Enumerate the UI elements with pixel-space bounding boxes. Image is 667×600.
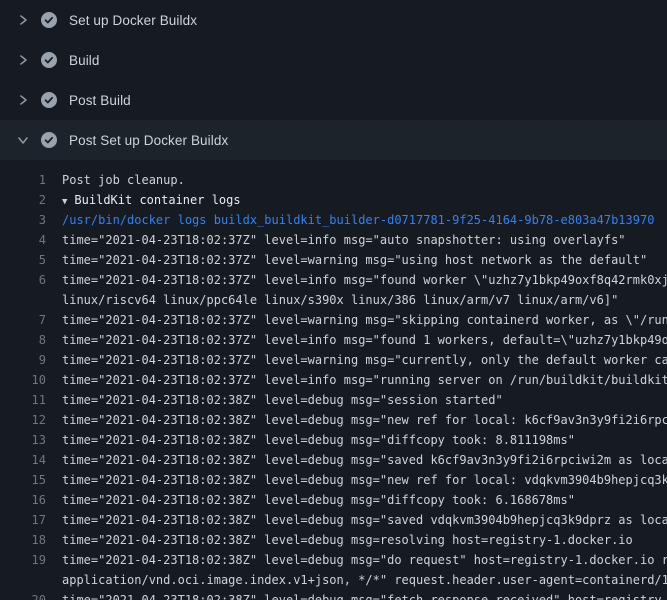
line-number[interactable]: 7 bbox=[0, 310, 46, 330]
log-line: application/vnd.oci.image.index.v1+json,… bbox=[0, 570, 667, 590]
line-number[interactable]: 1 bbox=[0, 170, 46, 190]
line-number[interactable]: 3 bbox=[0, 210, 46, 230]
group-label[interactable]: BuildKit container logs bbox=[74, 193, 240, 207]
log-text: time="2021-04-23T18:02:38Z" level=debug … bbox=[62, 450, 667, 470]
log-line: 11 time="2021-04-23T18:02:38Z" level=debu… bbox=[0, 390, 667, 410]
line-number[interactable]: 20 bbox=[0, 590, 46, 600]
log-line: 6 time="2021-04-23T18:02:37Z" level=info … bbox=[0, 270, 667, 290]
line-number bbox=[0, 570, 46, 590]
line-number[interactable]: 15 bbox=[0, 470, 46, 490]
log-text: time="2021-04-23T18:02:37Z" level=info m… bbox=[62, 330, 667, 350]
log-line: 3/usr/bin/docker logs buildx_buildkit_bu… bbox=[0, 210, 667, 230]
log-text: time="2021-04-23T18:02:37Z" level=info m… bbox=[62, 270, 667, 290]
log-line: 5 time="2021-04-23T18:02:37Z" level=warni… bbox=[0, 250, 667, 270]
log-line: 18 time="2021-04-23T18:02:38Z" level=debu… bbox=[0, 530, 667, 550]
log-line: 14 time="2021-04-23T18:02:38Z" level=debu… bbox=[0, 450, 667, 470]
line-number[interactable]: 19 bbox=[0, 550, 46, 570]
log-text: time="2021-04-23T18:02:37Z" level=warnin… bbox=[62, 350, 667, 370]
log-text: time="2021-04-23T18:02:38Z" level=debug … bbox=[62, 530, 667, 550]
log-line: 20 time="2021-04-23T18:02:38Z" level=debu… bbox=[0, 590, 667, 600]
log-line: 2 ▼ BuildKit container logs bbox=[0, 190, 667, 210]
line-number[interactable]: 5 bbox=[0, 250, 46, 270]
log-text: time="2021-04-23T18:02:37Z" level=warnin… bbox=[62, 250, 667, 270]
check-circle-icon bbox=[41, 52, 57, 68]
log-line: 8 time="2021-04-23T18:02:37Z" level=info … bbox=[0, 330, 667, 350]
log-text: application/vnd.oci.image.index.v1+json,… bbox=[62, 570, 667, 590]
check-circle-icon bbox=[41, 92, 57, 108]
chevron-right-icon bbox=[16, 14, 30, 26]
check-circle-icon bbox=[41, 12, 57, 28]
line-number[interactable]: 9 bbox=[0, 350, 46, 370]
log-line: 10 time="2021-04-23T18:02:37Z" level=info… bbox=[0, 370, 667, 390]
log-line: 7 time="2021-04-23T18:02:37Z" level=warni… bbox=[0, 310, 667, 330]
section-label: Set up Docker Buildx bbox=[69, 13, 197, 28]
line-number[interactable]: 12 bbox=[0, 410, 46, 430]
section-header-build[interactable]: Build bbox=[0, 40, 667, 80]
log-text: Post job cleanup. bbox=[62, 170, 667, 190]
check-circle-icon bbox=[41, 132, 57, 148]
actions-log-viewer: Set up Docker Buildx Build Post Build Po… bbox=[0, 0, 667, 600]
log-text: time="2021-04-23T18:02:38Z" level=debug … bbox=[62, 510, 667, 530]
log-line: 15 time="2021-04-23T18:02:38Z" level=debu… bbox=[0, 470, 667, 490]
log-text: linux/riscv64 linux/ppc64le linux/s390x … bbox=[62, 290, 667, 310]
log-text: time="2021-04-23T18:02:37Z" level=warnin… bbox=[62, 310, 667, 330]
line-number[interactable]: 10 bbox=[0, 370, 46, 390]
line-number[interactable]: 16 bbox=[0, 490, 46, 510]
log-line: 4 time="2021-04-23T18:02:37Z" level=info … bbox=[0, 230, 667, 250]
section-header-post-set-up-docker-buildx[interactable]: Post Set up Docker Buildx bbox=[0, 120, 667, 160]
line-number[interactable]: 18 bbox=[0, 530, 46, 550]
log-line: 12 time="2021-04-23T18:02:38Z" level=debu… bbox=[0, 410, 667, 430]
section-label: Build bbox=[69, 53, 100, 68]
chevron-right-icon bbox=[16, 94, 30, 106]
log-line: 17 time="2021-04-23T18:02:38Z" level=debu… bbox=[0, 510, 667, 530]
log-command-text: /usr/bin/docker logs buildx_buildkit_bui… bbox=[62, 210, 667, 230]
log-text: time="2021-04-23T18:02:37Z" level=info m… bbox=[62, 230, 667, 250]
log-text: time="2021-04-23T18:02:38Z" level=debug … bbox=[62, 490, 667, 510]
line-number bbox=[0, 290, 46, 310]
chevron-down-icon bbox=[16, 134, 30, 146]
section-label: Post Set up Docker Buildx bbox=[69, 133, 228, 148]
log-line: 1 Post job cleanup. bbox=[0, 170, 667, 190]
log-area: 1 Post job cleanup. 2 ▼ BuildKit container l… bbox=[0, 160, 667, 600]
line-number[interactable]: 8 bbox=[0, 330, 46, 350]
line-number[interactable]: 13 bbox=[0, 430, 46, 450]
log-text: time="2021-04-23T18:02:38Z" level=debug … bbox=[62, 390, 667, 410]
line-number[interactable]: 11 bbox=[0, 390, 46, 410]
line-number[interactable]: 4 bbox=[0, 230, 46, 250]
log-line: 19 time="2021-04-23T18:02:38Z" level=debu… bbox=[0, 550, 667, 570]
log-text: time="2021-04-23T18:02:37Z" level=info m… bbox=[62, 370, 667, 390]
log-text: time="2021-04-23T18:02:38Z" level=debug … bbox=[62, 430, 667, 450]
section-label: Post Build bbox=[69, 93, 131, 108]
line-number[interactable]: 6 bbox=[0, 270, 46, 290]
section-header-post-build[interactable]: Post Build bbox=[0, 80, 667, 120]
log-line: 16 time="2021-04-23T18:02:38Z" level=debu… bbox=[0, 490, 667, 510]
line-number[interactable]: 14 bbox=[0, 450, 46, 470]
section-header-set-up-docker-buildx[interactable]: Set up Docker Buildx bbox=[0, 0, 667, 40]
line-number[interactable]: 2 bbox=[0, 190, 46, 210]
chevron-right-icon bbox=[16, 54, 30, 66]
log-text: ▼ BuildKit container logs bbox=[62, 190, 667, 210]
group-collapse-icon[interactable]: ▼ bbox=[62, 197, 67, 207]
log-line: 13 time="2021-04-23T18:02:38Z" level=debu… bbox=[0, 430, 667, 450]
log-text: time="2021-04-23T18:02:38Z" level=debug … bbox=[62, 410, 667, 430]
log-text: time="2021-04-23T18:02:38Z" level=debug … bbox=[62, 470, 667, 490]
log-text: time="2021-04-23T18:02:38Z" level=debug … bbox=[62, 590, 667, 600]
log-text: time="2021-04-23T18:02:38Z" level=debug … bbox=[62, 550, 667, 570]
log-line: 9 time="2021-04-23T18:02:37Z" level=warni… bbox=[0, 350, 667, 370]
line-number[interactable]: 17 bbox=[0, 510, 46, 530]
log-line: linux/riscv64 linux/ppc64le linux/s390x … bbox=[0, 290, 667, 310]
